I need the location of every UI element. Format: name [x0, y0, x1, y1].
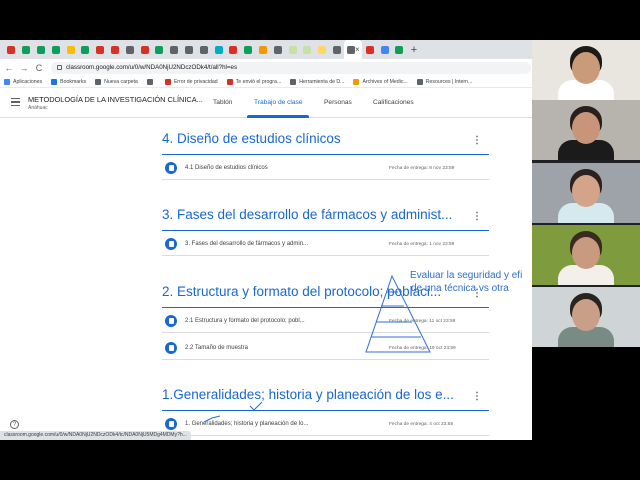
participant-face	[572, 112, 600, 144]
ink-annotation-layer	[203, 274, 431, 423]
video-tile-participant-3[interactable]	[532, 163, 640, 223]
video-tile-participant-5[interactable]	[532, 287, 640, 347]
participant-face	[572, 299, 600, 331]
help-icon[interactable]: ?	[10, 420, 19, 429]
status-url: classroom.google.com/u/0/w/NDA0NjU2NDczO…	[0, 431, 191, 440]
browser-window: × + ← → C classroom.google.com/u/0/w/NDA0…	[0, 40, 532, 440]
check-mark-drawing	[203, 401, 263, 423]
screen: × + ← → C classroom.google.com/u/0/w/NDA0…	[0, 0, 640, 480]
annotation-text: de una técnica vs otra	[411, 283, 509, 294]
annotation-text: Evaluar la seguridad y efi	[410, 270, 523, 281]
participant-face	[572, 52, 600, 84]
video-gallery	[532, 40, 640, 347]
participant-face	[572, 237, 600, 269]
video-tile-participant-2[interactable]	[532, 100, 640, 160]
participant-face	[572, 175, 600, 207]
video-tile-participant-1[interactable]	[532, 40, 640, 100]
video-tile-participant-4[interactable]	[532, 225, 640, 285]
